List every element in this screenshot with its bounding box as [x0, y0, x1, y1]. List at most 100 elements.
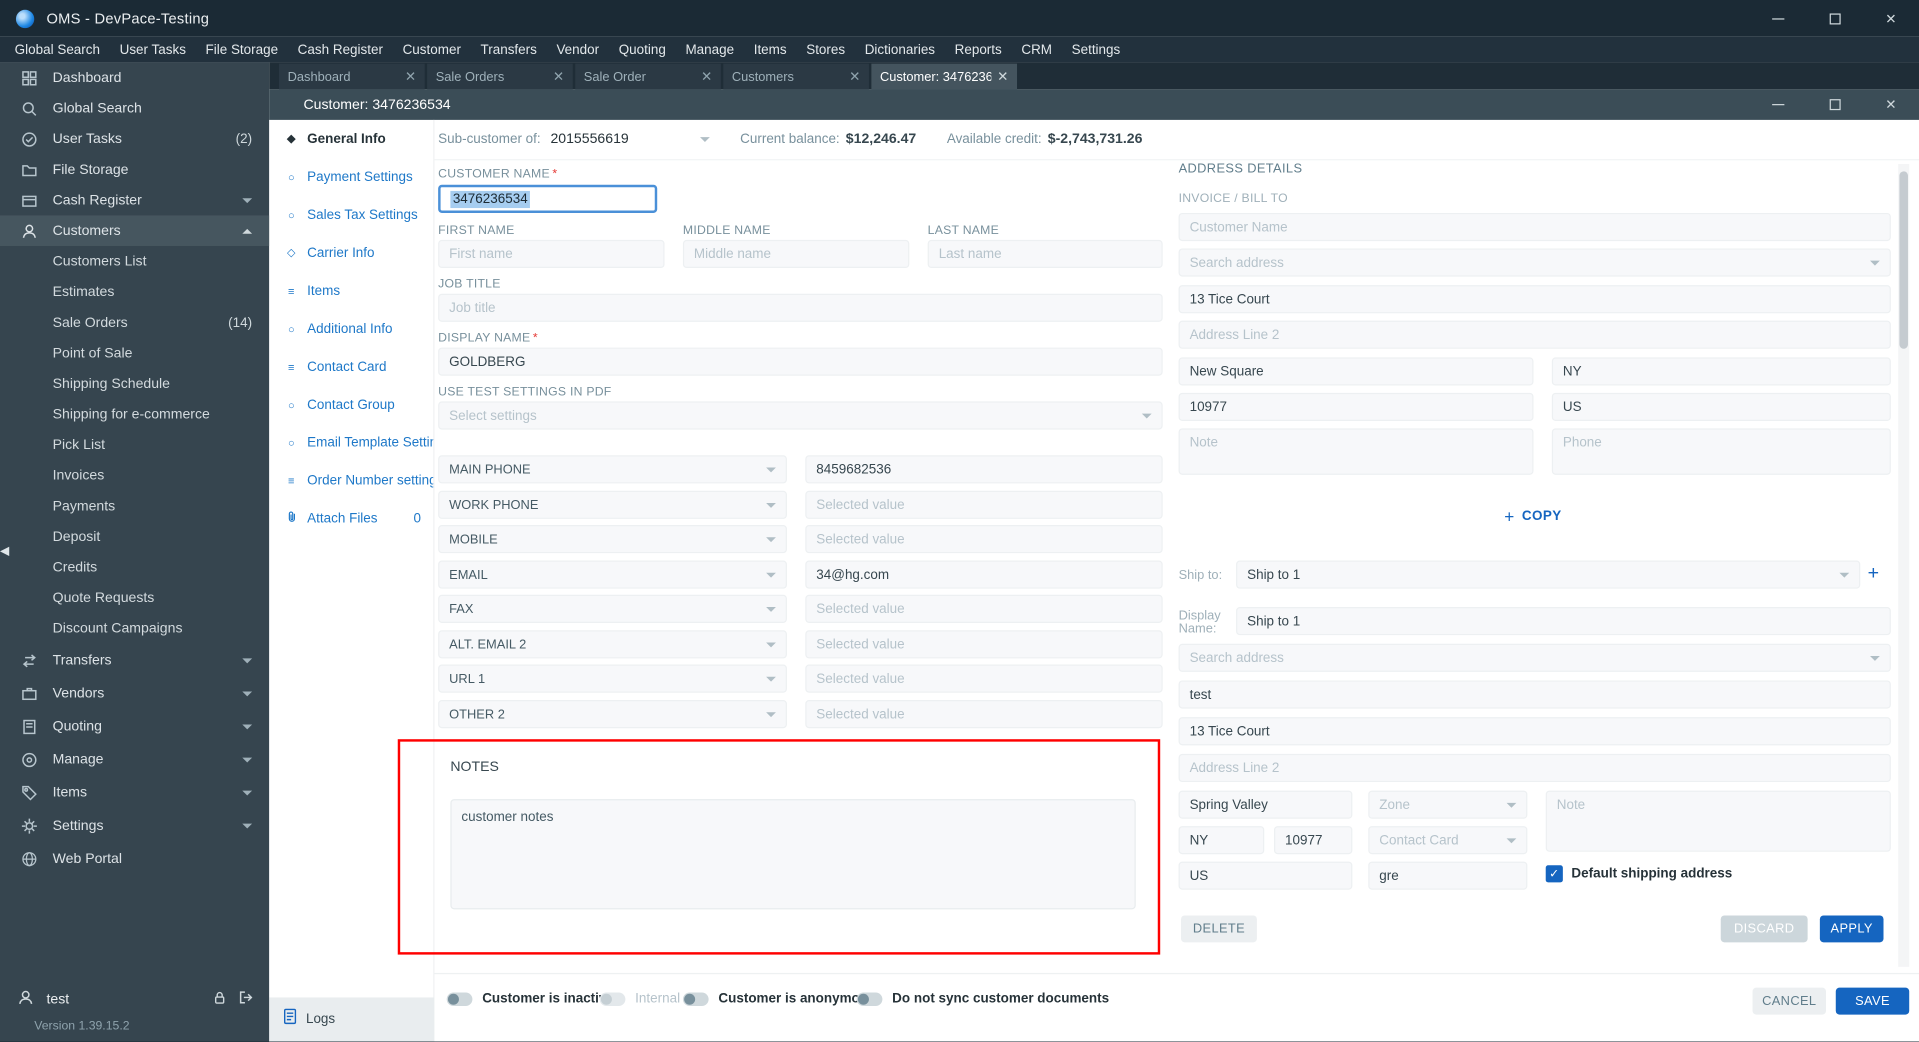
close-icon[interactable]: ✕: [849, 69, 860, 85]
menu-vendor[interactable]: Vendor: [547, 37, 609, 63]
sidebar-item-file-storage[interactable]: File Storage: [0, 154, 269, 185]
apply-button[interactable]: APPLY: [1819, 915, 1884, 943]
cancel-button[interactable]: CANCEL: [1752, 987, 1826, 1015]
logs-button[interactable]: Logs: [306, 1012, 335, 1027]
invoice-customer-name-input[interactable]: Customer Name: [1178, 212, 1891, 242]
sidebar-item-invoices[interactable]: Invoices: [0, 460, 269, 491]
menu-user-tasks[interactable]: User Tasks: [110, 37, 196, 63]
fax-input[interactable]: Selected value: [805, 594, 1163, 623]
sidebar-item-deposit[interactable]: Deposit: [0, 521, 269, 552]
no-sync-documents-toggle[interactable]: Do not sync customer documents: [856, 991, 1109, 1006]
email-type-select[interactable]: EMAIL: [438, 560, 787, 589]
middle-name-input[interactable]: Middle name: [682, 239, 910, 269]
email-input[interactable]: 34@hg.com: [805, 560, 1163, 589]
close-icon[interactable]: ✕: [553, 69, 564, 85]
close-icon[interactable]: ✕: [1863, 0, 1919, 37]
add-ship-to-button[interactable]: +: [1868, 563, 1879, 585]
customer-anonymous-toggle[interactable]: Customer is anonymous: [682, 991, 875, 1006]
nav-attach-files[interactable]: Attach Files 0: [269, 499, 433, 537]
invoice-address1-input[interactable]: 13 Tice Court: [1178, 285, 1891, 314]
nav-payment-settings[interactable]: ○ Payment Settings: [269, 158, 433, 196]
ship-city-input[interactable]: Spring Valley: [1178, 790, 1353, 819]
maximize-icon[interactable]: [1806, 89, 1862, 120]
last-name-input[interactable]: Last name: [927, 239, 1163, 269]
work-phone-input[interactable]: Selected value: [805, 490, 1163, 519]
url-input[interactable]: Selected value: [805, 664, 1163, 693]
menu-quoting[interactable]: Quoting: [609, 37, 676, 63]
save-button[interactable]: SAVE: [1835, 987, 1910, 1015]
invoice-note-input[interactable]: Note: [1178, 428, 1534, 475]
nav-general-info[interactable]: ◆ General Info: [269, 120, 433, 158]
menu-dictionaries[interactable]: Dictionaries: [855, 37, 945, 63]
sidebar-item-shipping-ecommerce[interactable]: Shipping for e-commerce: [0, 399, 269, 430]
alt-email-input[interactable]: Selected value: [805, 630, 1163, 659]
first-name-input[interactable]: First name: [438, 239, 665, 269]
discard-button[interactable]: DISCARD: [1720, 915, 1808, 943]
ship-attention-input[interactable]: test: [1178, 680, 1891, 709]
sidebar-item-transfers[interactable]: Transfers: [0, 644, 269, 677]
sidebar-item-cash-register[interactable]: Cash Register: [0, 185, 269, 216]
ship-search-address-select[interactable]: Search address: [1178, 643, 1891, 672]
mobile-input[interactable]: Selected value: [805, 525, 1163, 554]
customer-name-input[interactable]: 3476236534: [438, 184, 658, 213]
sidebar-item-web-portal[interactable]: Web Portal: [0, 842, 269, 875]
job-title-input[interactable]: Job title: [438, 293, 1163, 322]
menu-file-storage[interactable]: File Storage: [196, 37, 288, 63]
lock-icon[interactable]: [212, 989, 228, 1009]
ship-contact-card-select[interactable]: Contact Card: [1368, 826, 1528, 855]
other-input[interactable]: Selected value: [805, 700, 1163, 729]
sidebar-item-items[interactable]: Items: [0, 776, 269, 809]
mobile-type-select[interactable]: MOBILE: [438, 525, 787, 554]
nav-contact-group[interactable]: ○ Contact Group: [269, 386, 433, 424]
ship-to-select[interactable]: Ship to 1: [1236, 560, 1861, 589]
sidebar-item-pick-list[interactable]: Pick List: [0, 430, 269, 461]
sidebar-item-payments[interactable]: Payments: [0, 491, 269, 522]
close-icon[interactable]: ✕: [405, 69, 416, 85]
menu-stores[interactable]: Stores: [796, 37, 854, 63]
sidebar-item-customers-list[interactable]: Customers List: [0, 246, 269, 277]
sidebar-item-point-of-sale[interactable]: Point of Sale: [0, 338, 269, 369]
sidebar-item-customers[interactable]: Customers: [0, 215, 270, 246]
invoice-search-address-select[interactable]: Search address: [1178, 248, 1891, 277]
sidebar-item-vendors[interactable]: Vendors: [0, 677, 269, 710]
close-icon[interactable]: ✕: [701, 69, 712, 85]
main-phone-input[interactable]: 8459682536: [805, 455, 1163, 484]
nav-order-number-settings[interactable]: ≡ Order Number settings: [269, 461, 433, 499]
notes-textarea[interactable]: customer notes: [450, 799, 1136, 910]
tab-customer-active[interactable]: Customer: 34762365... ✕: [871, 63, 1018, 90]
sidebar-item-estimates[interactable]: Estimates: [0, 277, 269, 308]
alt-email-type-select[interactable]: ALT. EMAIL 2: [438, 630, 787, 659]
sidebar-item-settings[interactable]: Settings: [0, 809, 269, 842]
sidebar-item-global-search[interactable]: Global Search: [0, 93, 269, 124]
minimize-icon[interactable]: [1750, 0, 1806, 37]
tab-dashboard[interactable]: Dashboard ✕: [279, 63, 425, 90]
invoice-phone-input[interactable]: Phone: [1551, 428, 1891, 475]
toggle-switch[interactable]: [682, 991, 709, 1006]
ship-display-name-input[interactable]: Ship to 1: [1236, 607, 1891, 636]
nav-email-template-settings[interactable]: ○ Email Template Settings: [269, 423, 433, 461]
display-name-input[interactable]: GOLDBERG: [438, 347, 1163, 376]
other-type-select[interactable]: OTHER 2: [438, 700, 787, 729]
sidebar-item-dashboard[interactable]: Dashboard: [0, 62, 269, 93]
minimize-icon[interactable]: [1750, 89, 1806, 120]
work-phone-type-select[interactable]: WORK PHONE: [438, 490, 787, 519]
toggle-switch[interactable]: [856, 991, 883, 1006]
ship-zip-input[interactable]: 10977: [1274, 826, 1353, 855]
sidebar-item-quoting[interactable]: Quoting: [0, 710, 269, 743]
invoice-country-input[interactable]: US: [1551, 392, 1891, 422]
invoice-state-input[interactable]: NY: [1551, 357, 1891, 386]
close-icon[interactable]: ✕: [1863, 89, 1919, 120]
menu-customer[interactable]: Customer: [393, 37, 471, 63]
internal-toggle[interactable]: Internal: [599, 991, 680, 1006]
menu-items[interactable]: Items: [744, 37, 797, 63]
nav-carrier-info[interactable]: ◇ Carrier Info: [269, 234, 433, 272]
sidebar-item-user-tasks[interactable]: User Tasks (2): [0, 124, 269, 155]
logout-icon[interactable]: [237, 989, 254, 1010]
nav-sales-tax-settings[interactable]: ○ Sales Tax Settings: [269, 196, 433, 234]
url-type-select[interactable]: URL 1: [438, 664, 787, 693]
menu-transfers[interactable]: Transfers: [471, 37, 547, 63]
sidebar-item-manage[interactable]: Manage: [0, 743, 269, 776]
delete-button[interactable]: DELETE: [1181, 915, 1257, 943]
ship-zone-select[interactable]: Zone: [1368, 790, 1528, 819]
ship-address2-input[interactable]: Address Line 2: [1178, 753, 1891, 783]
